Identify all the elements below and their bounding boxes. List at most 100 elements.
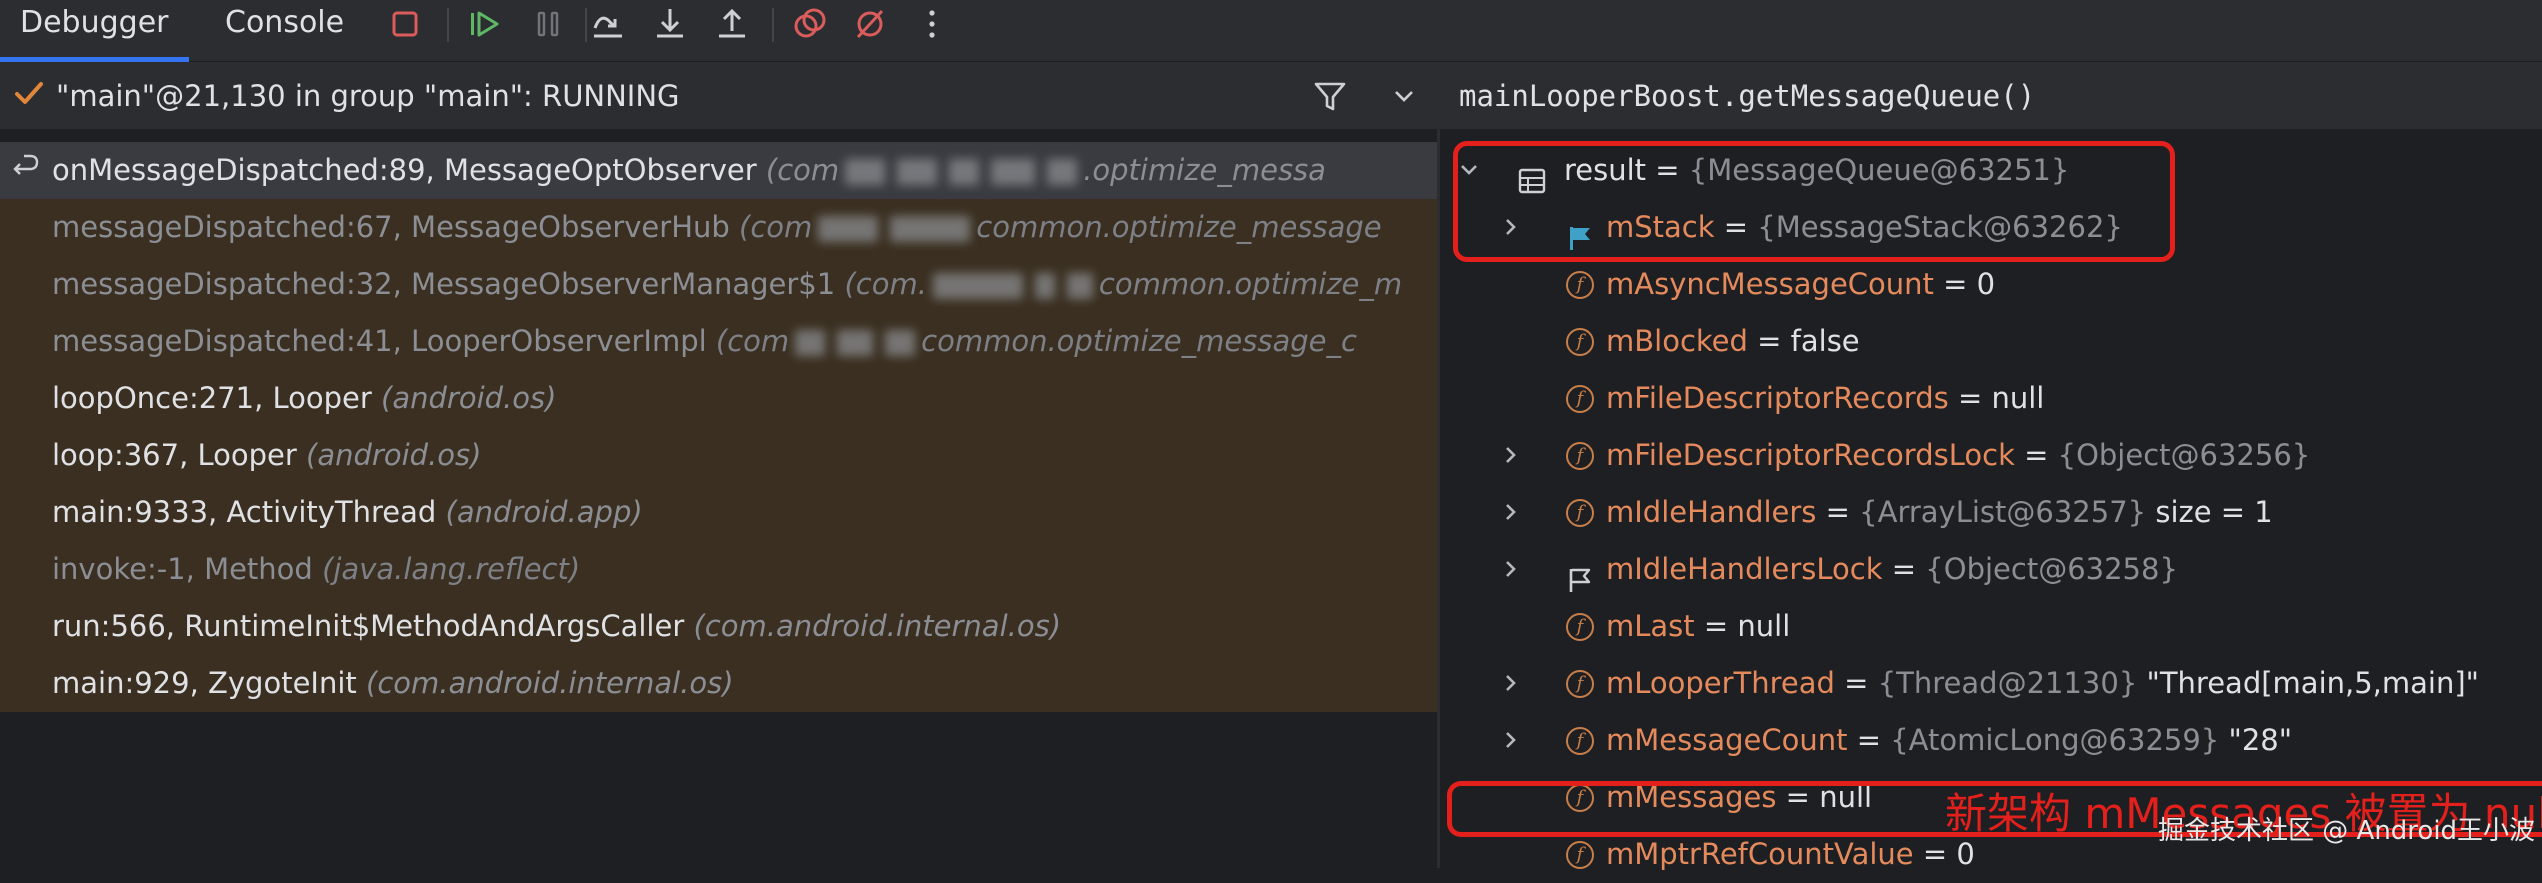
frame-package-end: .optimize_messa [1083, 153, 1326, 187]
step-over-icon[interactable] [588, 4, 628, 44]
variable-row-mlooperthread[interactable]: f mLooperThread = {Thread@21130} "Thread… [1440, 655, 2542, 712]
redacted-text [932, 273, 1023, 299]
frame-package-end: common.optimize_message_c [921, 324, 1357, 358]
step-into-icon[interactable] [650, 4, 690, 44]
frame-method: loopOnce:271, Looper [52, 381, 372, 415]
equals-sign: = [1747, 324, 1791, 358]
chevron-right-icon[interactable] [1496, 427, 1526, 484]
redacted-text [885, 330, 916, 356]
variable-ref: {Thread@21130} [1877, 666, 2138, 700]
field-icon: f [1566, 499, 1594, 527]
frame-row[interactable]: onMessageDispatched:89, MessageOptObserv… [0, 142, 1437, 199]
variable-row-masyncmessagecount[interactable]: f mAsyncMessageCount = 0 [1440, 256, 2542, 313]
filter-icon[interactable] [1312, 78, 1348, 114]
frame-row[interactable]: messageDispatched:32, MessageObserverMan… [0, 256, 1437, 313]
chevron-right-icon[interactable] [1496, 541, 1526, 598]
watermark: 掘金技术社区 @ Android王小波 [2158, 816, 2536, 846]
frame-method: messageDispatched:32, MessageObserverMan… [52, 267, 836, 301]
frame-row[interactable]: messageDispatched:67, MessageObserverHub… [0, 199, 1437, 256]
variable-row-mblocked[interactable]: f mBlocked = false [1440, 313, 2542, 370]
stop-icon[interactable] [385, 4, 425, 44]
variable-value: false [1790, 324, 1860, 358]
view-breakpoints-icon[interactable] [790, 4, 830, 44]
equals-sign: = [2014, 438, 2058, 472]
frame-package-start: (com [715, 324, 790, 358]
variable-row-midlehandlers[interactable]: f mIdleHandlers = {ArrayList@63257} size… [1440, 484, 2542, 541]
chevron-right-icon[interactable] [1496, 655, 1526, 712]
thread-label: "main"@21,130 in group "main": RUNNING [56, 79, 680, 113]
evaluate-expression-field[interactable]: mainLooperBoost.getMessageQueue() [1440, 62, 2542, 130]
frame-method: main:929, ZygoteInit [52, 666, 357, 700]
frame-row[interactable]: invoke:-1, Method (java.lang.reflect) [0, 541, 1437, 598]
variable-name: mIdleHandlersLock [1606, 552, 1883, 586]
equals-sign: = [1882, 552, 1926, 586]
variable-row-mfiledescriptorrecords[interactable]: f mFileDescriptorRecords = null [1440, 370, 2542, 427]
redacted-text [1066, 273, 1093, 299]
frame-method: messageDispatched:67, MessageObserverHub [52, 210, 730, 244]
field-icon: f [1566, 385, 1594, 413]
redacted-text [795, 330, 826, 356]
frame-package-start: (com [739, 210, 813, 244]
frame-row[interactable]: run:566, RuntimeInit$MethodAndArgsCaller… [0, 598, 1437, 655]
tab-debugger[interactable]: Debugger [0, 0, 188, 62]
highlight-box-result [1453, 141, 2175, 262]
frame-row[interactable]: main:929, ZygoteInit (com.android.intern… [0, 655, 1437, 712]
toolbar-separator [585, 8, 587, 42]
frame-method: onMessageDispatched:89, MessageOptObserv… [52, 153, 757, 187]
mute-breakpoints-icon[interactable] [850, 4, 890, 44]
frame-package-end: common.optimize_m [1098, 267, 1403, 301]
frame-row[interactable]: loop:367, Looper (android.os) [0, 427, 1437, 484]
frame-method: messageDispatched:41, LooperObserverImpl [52, 324, 707, 358]
redacted-text [1034, 273, 1055, 299]
frame-method: loop:367, Looper [52, 438, 297, 472]
frame-method: main:9333, ActivityThread [52, 495, 437, 529]
equals-sign: = [1816, 495, 1860, 529]
resume-icon[interactable] [465, 4, 505, 44]
variable-name: mFileDescriptorRecords [1606, 381, 1949, 415]
variable-value: "28" [2219, 723, 2293, 757]
step-out-icon[interactable] [712, 4, 752, 44]
equals-sign: = [1834, 666, 1878, 700]
chevron-right-icon[interactable] [1496, 712, 1526, 769]
frame-package: (com.android.internal.os) [366, 666, 734, 700]
redacted-text [897, 159, 938, 185]
frame-package: (java.lang.reflect) [322, 552, 581, 586]
variable-name: mLooperThread [1606, 666, 1835, 700]
thread-selector[interactable]: "main"@21,130 in group "main": RUNNING [0, 62, 1437, 130]
tab-console[interactable]: Console [225, 0, 344, 62]
equals-sign: = [1933, 267, 1977, 301]
variable-row-mmessagecount[interactable]: f mMessageCount = {AtomicLong@63259} "28… [1440, 712, 2542, 769]
variable-value: 0 [1976, 267, 1996, 301]
redacted-text [890, 216, 971, 242]
frame-package: (android.os) [381, 381, 557, 415]
variable-name: mBlocked [1606, 324, 1748, 358]
more-options-icon[interactable] [912, 4, 952, 44]
variable-row-mlast[interactable]: f mLast = null [1440, 598, 2542, 655]
variable-ref: {ArrayList@63257} [1859, 495, 2147, 529]
frame-package-start: (com [765, 153, 840, 187]
chevron-right-icon[interactable] [1496, 484, 1526, 541]
redacted-text [991, 159, 1036, 185]
frame-row[interactable]: loopOnce:271, Looper (android.os) [0, 370, 1437, 427]
variable-ref: {AtomicLong@63259} [1890, 723, 2220, 757]
variable-name: mMptrRefCountValue [1606, 837, 1914, 871]
frame-method: invoke:-1, Method [52, 552, 313, 586]
pause-icon[interactable] [528, 4, 568, 44]
variable-name: mAsyncMessageCount [1606, 267, 1934, 301]
expression-text: mainLooperBoost.getMessageQueue() [1459, 79, 2036, 113]
variable-name: mLast [1606, 609, 1695, 643]
redacted-text [837, 330, 874, 356]
equals-sign: = [1948, 381, 1992, 415]
field-icon: f [1566, 841, 1594, 869]
frame-row[interactable]: messageDispatched:41, LooperObserverImpl… [0, 313, 1437, 370]
field-icon: f [1566, 727, 1594, 755]
variable-row-midlehandlerslock[interactable]: mIdleHandlersLock = {Object@63258} [1440, 541, 2542, 598]
equals-sign: = [1913, 837, 1957, 871]
redacted-text [818, 216, 879, 242]
variable-row-mfiledescriptorrecordslock[interactable]: f mFileDescriptorRecordsLock = {Object@6… [1440, 427, 2542, 484]
frame-row[interactable]: main:9333, ActivityThread (android.app) [0, 484, 1437, 541]
chevron-down-icon[interactable] [1388, 80, 1420, 112]
frame-package: (com.android.internal.os) [693, 609, 1062, 643]
redacted-text [949, 159, 980, 185]
field-icon: f [1566, 328, 1594, 356]
